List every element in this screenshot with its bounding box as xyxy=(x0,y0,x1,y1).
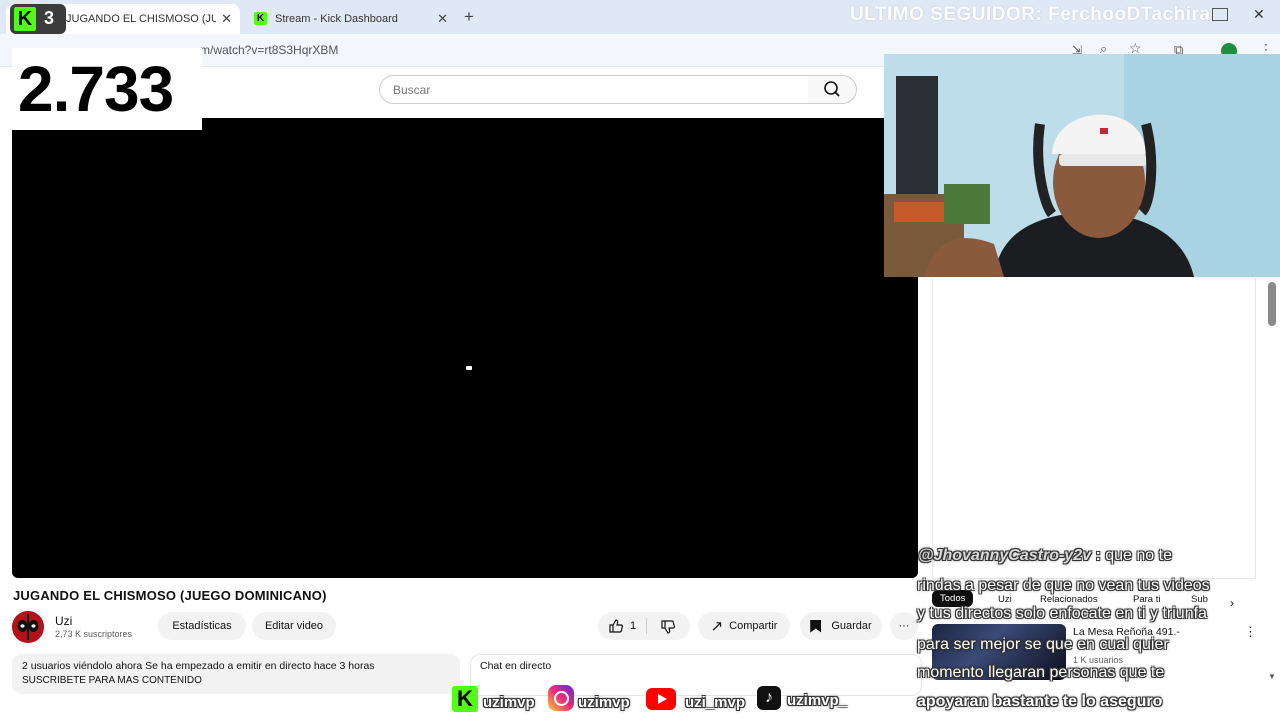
channel-name[interactable]: Uzi xyxy=(55,614,72,628)
save-label: Guardar xyxy=(831,620,872,632)
stats-button[interactable]: Estadísticas xyxy=(158,612,246,640)
chat-line: rindas a pesar de que no vean tus videos xyxy=(917,577,1210,594)
video-title: JUGANDO EL CHISMOSO (JUEGO DOMINICANO) xyxy=(13,588,327,603)
chip-related[interactable]: Relacionados xyxy=(1040,594,1098,605)
tab-kick-label: Stream - Kick Dashboard xyxy=(275,13,398,25)
youtube-icon xyxy=(646,688,676,710)
sidebar-panel xyxy=(932,278,1256,579)
loading-indicator xyxy=(466,366,472,370)
chip-next-arrow-icon[interactable]: › xyxy=(1230,596,1234,610)
new-tab-button[interactable]: + xyxy=(464,7,474,27)
youtube-handle: uzi_mvp xyxy=(685,694,746,711)
volume-icon[interactable]: 🔈︎ xyxy=(1186,693,1193,706)
kick-icon: K xyxy=(452,686,478,712)
chat-username: @JhovannyCastro-y2v : que no te xyxy=(918,547,1172,565)
edit-video-button[interactable]: Editar video xyxy=(252,612,336,640)
close-tab-icon[interactable]: ✕ xyxy=(437,11,448,27)
chat-separator: : xyxy=(1095,547,1101,564)
like-button[interactable] xyxy=(608,618,624,634)
save-button[interactable]: Guardar xyxy=(800,612,882,640)
chat-line: que no te xyxy=(1105,547,1172,564)
like-dislike-group: 1 xyxy=(598,612,690,640)
search-placeholder: Buscar xyxy=(393,83,431,97)
system-clock[interactable]: 11:29 p.m. 30/3/2026 xyxy=(1206,688,1276,714)
viewer-counter: 2.733 xyxy=(18,53,174,125)
scrollbar-thumb[interactable] xyxy=(1268,282,1276,326)
tab-youtube-label: JUGANDO EL CHISMOSO (JUEGO xyxy=(66,13,216,25)
dislike-button[interactable] xyxy=(660,619,676,635)
channel-avatar[interactable] xyxy=(12,611,44,643)
kick-logo-icon: K xyxy=(14,7,36,31)
play-triangle xyxy=(658,694,667,704)
description-text: SUSCRIBETE PARA MAS CONTENIDO xyxy=(22,675,202,686)
tiktok-icon: ♪ xyxy=(757,686,781,710)
video-player[interactable] xyxy=(12,118,918,578)
scroll-down-arrow-icon[interactable]: ▼ xyxy=(1268,672,1276,681)
divider xyxy=(646,618,647,634)
instagram-handle: uzimvp xyxy=(578,694,630,711)
description-stats: 2 usuarios viéndolo ahora Se ha empezado… xyxy=(22,660,375,672)
url-text[interactable]: m/watch?v=rt8S3HqrXBM xyxy=(200,43,338,57)
restore-window-icon[interactable] xyxy=(1212,8,1228,21)
search-icon xyxy=(824,81,840,97)
language-indicator[interactable]: ESP xyxy=(1126,690,1142,699)
clock-time: 11:29 p.m. xyxy=(1217,689,1265,700)
related-menu-icon[interactable]: ⋮ xyxy=(1244,624,1257,640)
bookmark-icon xyxy=(810,619,822,633)
instagram-lens xyxy=(554,691,569,706)
deadpool-avatar-icon xyxy=(12,611,44,643)
chat-line: momento llegaran personas que te xyxy=(917,664,1165,681)
last-follower-banner: ULTIMO SEGUIDOR: FerchooDTachira xyxy=(850,4,1211,25)
share-label: Compartir xyxy=(729,620,778,632)
taskbar xyxy=(0,688,1280,720)
kick-handle: uzimvp xyxy=(483,694,535,711)
like-count: 1 xyxy=(630,620,637,632)
wifi-icon[interactable]: ◠ xyxy=(1160,694,1170,707)
stream-app-badge: K 3 xyxy=(10,4,66,34)
more-actions-button[interactable]: ··· xyxy=(890,612,918,640)
search-button[interactable] xyxy=(808,75,857,104)
subscriber-count: 2,73 K suscriptores xyxy=(55,629,133,639)
close-tab-icon[interactable]: ✕ xyxy=(221,11,232,27)
live-chat-title: Chat en directo xyxy=(480,660,552,672)
share-icon: ↗ xyxy=(710,618,724,635)
webcam-image xyxy=(884,54,1280,277)
close-window-icon[interactable]: ✕ xyxy=(1253,6,1265,23)
tiktok-handle: uzimvp_ xyxy=(787,692,848,709)
webcam-feed xyxy=(884,54,1280,277)
chip-uzi[interactable]: Uzi xyxy=(998,594,1012,605)
tab-kick-dashboard[interactable]: K Stream - Kick Dashboard ✕ xyxy=(242,4,456,34)
chat-line: para ser mejor se que en cual quier xyxy=(917,636,1169,653)
chip-subs[interactable]: Sub xyxy=(1191,594,1208,605)
clock-date: 30/3/2026 xyxy=(1218,702,1264,713)
kick-tab-icon: K xyxy=(254,12,267,25)
instagram-icon xyxy=(548,685,574,711)
search-input[interactable]: Buscar xyxy=(379,75,810,104)
chat-username-text: @JhovannyCastro-y2v xyxy=(918,547,1091,564)
badge-digit: 3 xyxy=(44,8,55,28)
chat-line: y tus directos solo enfocate en ti y tri… xyxy=(917,605,1207,622)
chip-for-you[interactable]: Para ti xyxy=(1133,594,1160,605)
share-button[interactable]: ↗ Compartir xyxy=(698,612,790,640)
